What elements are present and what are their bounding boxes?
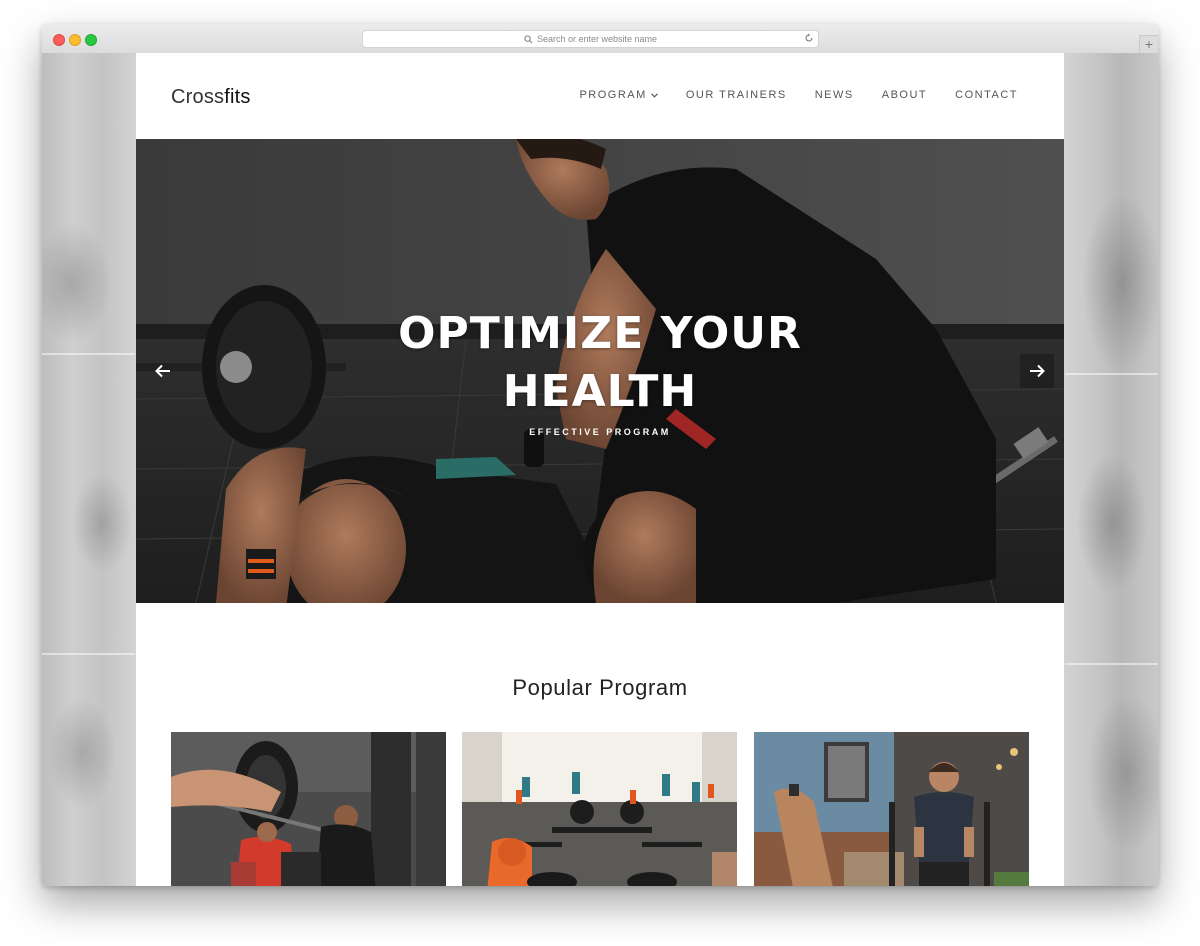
nav-item-contact[interactable]: CONTACT: [955, 89, 1018, 101]
arrow-right-icon: [1030, 364, 1045, 378]
site-logo[interactable]: Crossfits: [171, 86, 251, 109]
nav-item-label: OUR TRAINERS: [685, 89, 787, 101]
popular-program-heading: Popular Program: [512, 675, 688, 700]
slider-prev-button[interactable]: [146, 354, 180, 388]
minimize-window-button[interactable]: [69, 34, 81, 46]
nav-item-news[interactable]: NEWS: [815, 89, 854, 101]
program-card-1[interactable]: [171, 732, 446, 886]
logo-text-fits: fits: [224, 86, 251, 108]
reload-icon[interactable]: [804, 33, 814, 43]
address-bar[interactable]: Search or enter website name: [362, 30, 819, 48]
hero-subtitle: EFFECTIVE PROGRAM: [529, 427, 671, 437]
slider-next-button[interactable]: [1020, 354, 1054, 388]
main-nav: PROGRAM OUR TRAINERS NEWS ABOUT CONTACT: [579, 89, 1018, 101]
site-header: Crossfits PROGRAM OUR TRAINERS NEWS ABOU…: [136, 53, 1064, 139]
logo-text-cross: Cross: [171, 86, 225, 108]
rowing-class-image: [462, 732, 737, 886]
address-bar-placeholder: Search or enter website name: [536, 34, 658, 44]
nav-item-our-trainers[interactable]: OUR TRAINERS: [686, 89, 787, 101]
hero-title: OPTIMIZE YOUR HEALTH: [398, 308, 802, 417]
chevron-down-icon: [650, 92, 658, 98]
nav-item-about[interactable]: ABOUT: [882, 89, 927, 101]
program-card-3[interactable]: [754, 732, 1029, 886]
maximize-window-button[interactable]: [85, 34, 97, 46]
close-window-button[interactable]: [53, 34, 65, 46]
hero-slider: OPTIMIZE YOUR HEALTH EFFECTIVE PROGRAM: [136, 139, 1064, 603]
arrow-left-icon: [155, 364, 170, 378]
page: Search or enter website name + Crossfits: [0, 0, 1200, 946]
nav-item-label: CONTACT: [955, 89, 1018, 101]
new-tab-button[interactable]: +: [1139, 35, 1158, 54]
sled-push-image: [754, 732, 1029, 886]
program-card-2[interactable]: [462, 732, 737, 886]
website: Crossfits PROGRAM OUR TRAINERS NEWS ABOU…: [136, 53, 1064, 886]
nav-item-program[interactable]: PROGRAM: [579, 89, 658, 101]
weightlifting-image: [171, 732, 446, 886]
nav-item-label: NEWS: [814, 89, 854, 101]
nav-item-label: PROGRAM: [579, 89, 647, 101]
search-icon: [524, 34, 533, 43]
browser-titlebar: Search or enter website name +: [42, 24, 1158, 54]
nav-item-label: ABOUT: [881, 89, 928, 101]
